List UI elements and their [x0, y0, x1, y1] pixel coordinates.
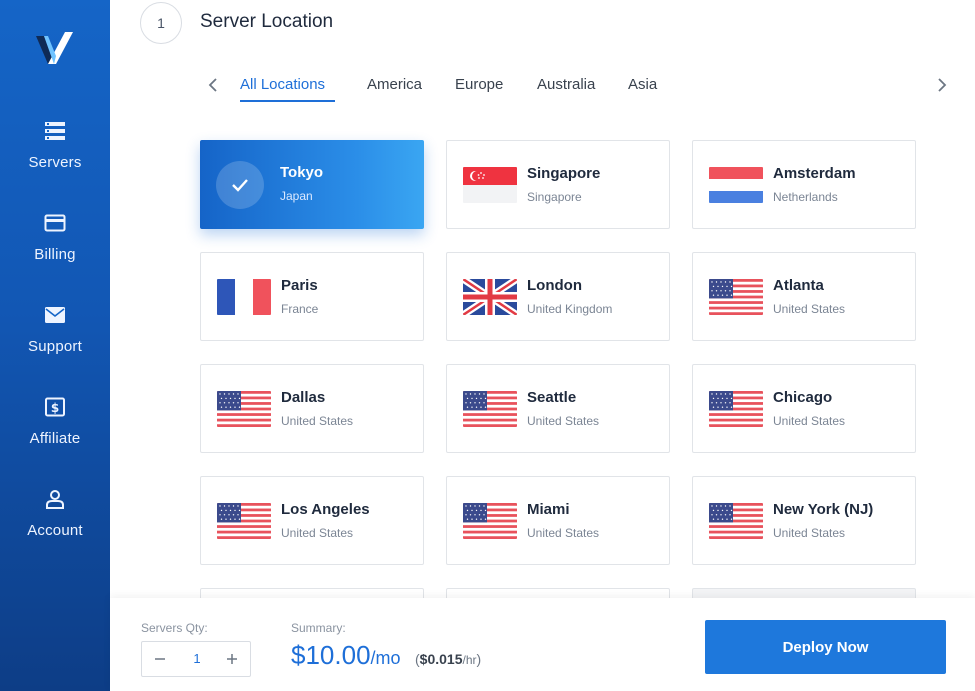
- location-country: Netherlands: [773, 190, 838, 204]
- hourly-amount: $0.015: [419, 651, 463, 667]
- us-flag-icon: [217, 391, 271, 427]
- location-city: Amsterdam: [773, 165, 856, 182]
- dollar-icon: $: [45, 397, 65, 417]
- location-country: France: [281, 302, 319, 316]
- price-period: /mo: [370, 648, 401, 668]
- hourly-period: /hr: [462, 653, 477, 667]
- us-flag-icon: [709, 391, 763, 427]
- step-number: 1: [140, 2, 182, 44]
- location-city: Seattle: [527, 389, 577, 406]
- singapore-flag-icon: [463, 167, 517, 203]
- location-card-amsterdam[interactable]: Amsterdam Netherlands: [692, 140, 916, 229]
- summary-label: Summary:: [291, 621, 346, 635]
- location-country: United States: [773, 526, 846, 540]
- location-city: Dallas: [281, 389, 326, 406]
- france-flag-icon: [217, 279, 271, 315]
- plus-icon: [227, 654, 237, 664]
- servers-icon: [45, 122, 65, 140]
- price-summary: $10.00/mo ($0.015/hr): [291, 640, 481, 671]
- vultr-logo[interactable]: [34, 30, 76, 72]
- location-city: Tokyo: [280, 164, 324, 181]
- sidebar-item-label: Account: [27, 522, 83, 539]
- hourly-close: ): [476, 651, 482, 667]
- sidebar: Servers Billing Support $ Affiliate Acco…: [0, 0, 110, 691]
- location-card-singapore[interactable]: Singapore Singapore: [446, 140, 670, 229]
- chevron-right-icon: [938, 78, 947, 92]
- location-card-miami[interactable]: Miami United States: [446, 476, 670, 565]
- sidebar-item-label: Affiliate: [29, 430, 81, 447]
- netherlands-flag-icon: [709, 167, 763, 203]
- location-card-seattle[interactable]: Seattle United States: [446, 364, 670, 453]
- us-flag-icon: [463, 503, 517, 539]
- main-content: 1 Server Location All Locations America …: [110, 0, 975, 691]
- location-city: Singapore: [527, 165, 601, 182]
- location-city: Atlanta: [773, 277, 824, 294]
- tabs-prev-button[interactable]: [203, 74, 223, 96]
- location-city: Miami: [527, 501, 570, 518]
- quantity-input[interactable]: [178, 642, 216, 676]
- us-flag-icon: [463, 391, 517, 427]
- tabs-next-button[interactable]: [932, 74, 952, 96]
- us-flag-icon: [709, 503, 763, 539]
- location-country: Singapore: [527, 190, 582, 204]
- sidebar-item-billing[interactable]: Billing: [0, 212, 110, 292]
- check-icon: [216, 161, 264, 209]
- location-country: Japan: [280, 189, 313, 203]
- location-city: New York (NJ): [773, 501, 874, 518]
- location-country: United Kingdom: [527, 302, 613, 316]
- location-country: United States: [527, 414, 600, 428]
- sidebar-item-label: Servers: [28, 154, 82, 171]
- credit-card-icon: [44, 214, 66, 232]
- us-flag-icon: [217, 503, 271, 539]
- tab-all-locations[interactable]: All Locations: [240, 76, 325, 93]
- deploy-now-button[interactable]: Deploy Now: [705, 620, 946, 674]
- section-title: Server Location: [200, 11, 334, 32]
- hourly-price: ($0.015/hr): [415, 651, 481, 667]
- sidebar-item-label: Billing: [34, 246, 76, 263]
- uk-flag-icon: [463, 279, 517, 315]
- minus-icon: [155, 658, 165, 660]
- sidebar-item-servers[interactable]: Servers: [0, 120, 110, 200]
- active-tab-indicator: [240, 100, 335, 102]
- location-card-los-angeles[interactable]: Los Angeles United States: [200, 476, 424, 565]
- decrement-button[interactable]: [144, 642, 176, 676]
- location-card-new-york[interactable]: New York (NJ) United States: [692, 476, 916, 565]
- sidebar-item-account[interactable]: Account: [0, 488, 110, 568]
- location-card-dallas[interactable]: Dallas United States: [200, 364, 424, 453]
- sidebar-item-support[interactable]: Support: [0, 304, 110, 384]
- sidebar-item-affiliate[interactable]: $ Affiliate: [0, 396, 110, 476]
- location-country: United States: [773, 302, 846, 316]
- user-icon: [46, 490, 64, 509]
- quantity-stepper: [141, 641, 251, 677]
- tab-europe[interactable]: Europe: [455, 76, 503, 93]
- location-country: United States: [281, 414, 354, 428]
- location-card-tokyo[interactable]: Tokyo Japan: [200, 140, 424, 229]
- tab-asia[interactable]: Asia: [628, 76, 657, 93]
- location-city: Los Angeles: [281, 501, 370, 518]
- increment-button[interactable]: [216, 642, 248, 676]
- svg-text:$: $: [51, 401, 59, 415]
- location-card-paris[interactable]: Paris France: [200, 252, 424, 341]
- location-city: London: [527, 277, 582, 294]
- location-country: United States: [281, 526, 354, 540]
- location-city: Chicago: [773, 389, 833, 406]
- us-flag-icon: [709, 279, 763, 315]
- order-summary-bar: Servers Qty: Summary: $10.00/mo ($0.015/…: [110, 598, 975, 691]
- location-country: United States: [773, 414, 846, 428]
- tab-australia[interactable]: Australia: [537, 76, 595, 93]
- envelope-icon: [45, 307, 65, 323]
- chevron-left-icon: [208, 78, 217, 92]
- location-city: Paris: [281, 277, 318, 294]
- monthly-price: $10.00: [291, 640, 371, 670]
- location-card-chicago[interactable]: Chicago United States: [692, 364, 916, 453]
- location-card-atlanta[interactable]: Atlanta United States: [692, 252, 916, 341]
- location-card-london[interactable]: London United Kingdom: [446, 252, 670, 341]
- tab-america[interactable]: America: [367, 76, 422, 93]
- servers-qty-label: Servers Qty:: [141, 621, 208, 635]
- location-country: United States: [527, 526, 600, 540]
- sidebar-item-label: Support: [28, 338, 82, 355]
